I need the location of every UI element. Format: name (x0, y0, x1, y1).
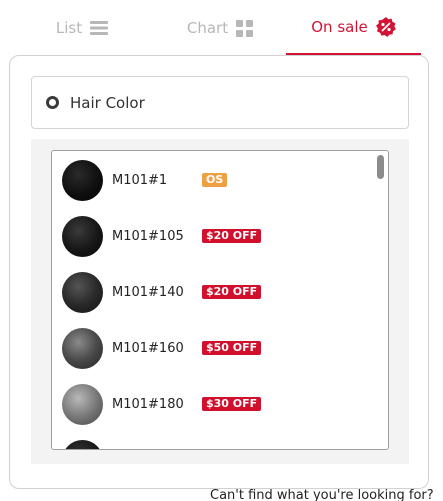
color-list-area: M101#1 OS M101#105 $20 OFF M101#140 $20 … (31, 139, 409, 464)
list-item[interactable]: M101#1 OS (62, 159, 362, 201)
color-list[interactable]: M101#1 OS M101#105 $20 OFF M101#140 $20 … (51, 150, 389, 450)
list-item-partial[interactable] (62, 439, 362, 449)
discount-badge-icon (375, 16, 396, 37)
view-tabs: List Chart On sale (0, 0, 443, 56)
item-name: M101#105 (112, 228, 184, 244)
item-name: M101#140 (112, 284, 184, 300)
category-label: Hair Color (70, 93, 145, 112)
os-badge: OS (202, 173, 228, 187)
tab-on-sale[interactable]: On sale (286, 0, 421, 55)
item-name: M101#1 (112, 172, 168, 188)
hair-swatch-icon (62, 271, 103, 313)
category-hair-color[interactable]: Hair Color (31, 76, 409, 129)
discount-badge: $30 OFF (202, 397, 262, 411)
list-item[interactable]: M101#105 $20 OFF (62, 215, 362, 257)
list-item[interactable]: M101#180 $30 OFF (62, 383, 362, 425)
scrollbar-thumb[interactable] (377, 155, 384, 179)
hair-swatch-icon (62, 159, 103, 201)
grid-icon (236, 19, 254, 37)
discount-badge: $20 OFF (202, 229, 262, 243)
tab-chart[interactable]: Chart (150, 0, 290, 56)
tab-list-label: List (55, 19, 83, 37)
hair-swatch-icon (62, 383, 103, 425)
discount-badge: $20 OFF (202, 285, 262, 299)
discount-badge: $50 OFF (202, 341, 262, 355)
hair-swatch-icon (62, 327, 103, 369)
radio-icon[interactable] (46, 96, 59, 109)
list-icon (90, 20, 109, 36)
tab-list[interactable]: List (20, 0, 144, 56)
options-panel: Hair Color M101#1 OS M101#105 $20 OFF M1… (9, 55, 429, 489)
list-item[interactable]: M101#160 $50 OFF (62, 327, 362, 369)
hair-swatch-icon (62, 439, 103, 449)
tab-chart-label: Chart (186, 19, 229, 37)
hair-swatch-icon (62, 215, 103, 257)
item-name: M101#160 (112, 340, 184, 356)
list-item[interactable]: M101#140 $20 OFF (62, 271, 362, 313)
help-link[interactable]: Can't find what you're looking for? (210, 488, 434, 501)
item-name: M101#180 (112, 396, 184, 412)
tab-on-sale-label: On sale (311, 17, 368, 36)
